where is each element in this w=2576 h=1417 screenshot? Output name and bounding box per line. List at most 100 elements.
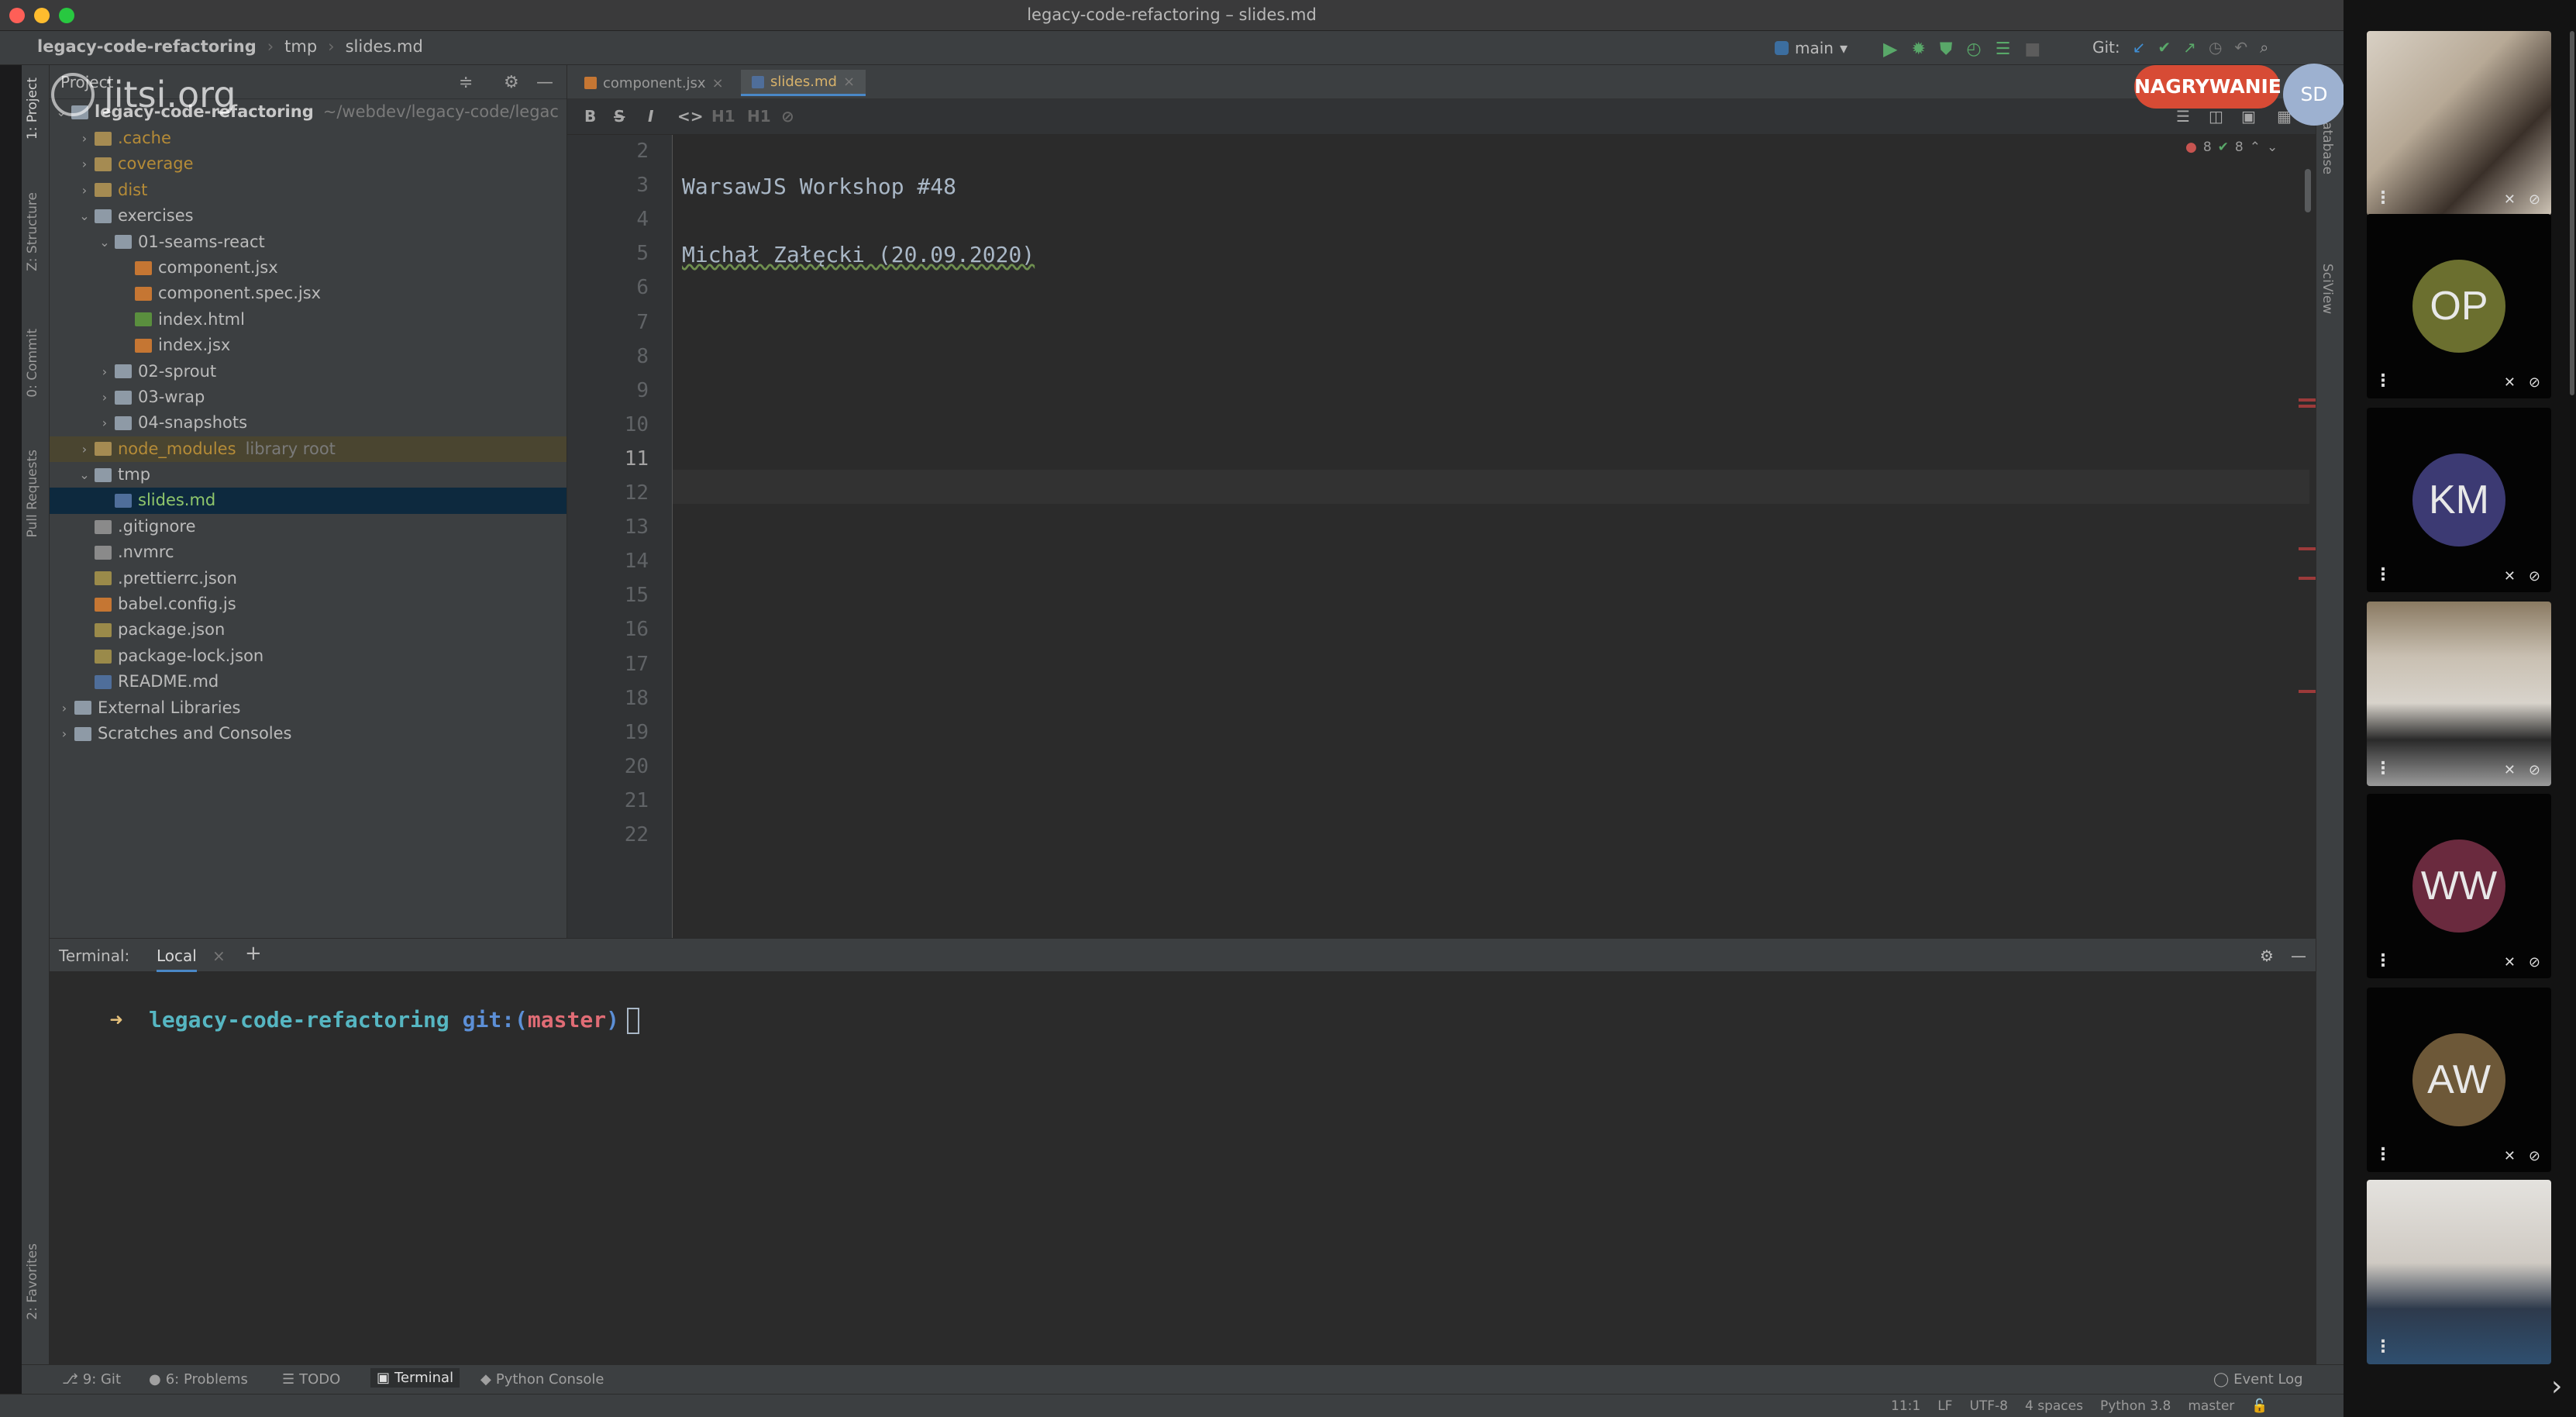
- tool-window-terminal[interactable]: ▣ Terminal: [370, 1368, 460, 1388]
- interpreter[interactable]: Python 3.8: [2100, 1398, 2171, 1414]
- tool-tab-structure[interactable]: Z: Structure: [25, 192, 40, 271]
- stop-icon[interactable]: ■: [2024, 40, 2040, 59]
- code-button[interactable]: <>: [677, 107, 704, 126]
- tree-item[interactable]: › 03-wrap: [50, 384, 567, 410]
- error-stripe-mark[interactable]: [2299, 547, 2316, 550]
- tree-item[interactable]: index.html: [50, 307, 567, 333]
- participant-tile[interactable]: ⋮ ✕ ⊘: [2367, 602, 2551, 786]
- participant-tile[interactable]: WW ⋮ ✕ ⊘: [2367, 794, 2551, 978]
- terminal-output[interactable]: ➜ legacy-code-refactoring git:(master): [50, 972, 2316, 1375]
- more-options-icon[interactable]: ⋮: [2375, 565, 2392, 584]
- tree-item[interactable]: ⌄ tmp: [50, 462, 567, 488]
- chevron-right-icon[interactable]: ›: [95, 359, 115, 384]
- more-options-icon[interactable]: ⋮: [2375, 759, 2392, 778]
- run-icon[interactable]: ▶: [1883, 38, 1897, 60]
- editor-scroll-thumb[interactable]: [2305, 169, 2311, 212]
- hide-panel-icon[interactable]: —: [536, 73, 553, 92]
- tool-tab-sciview[interactable]: SciView: [2319, 264, 2335, 314]
- line-separator[interactable]: LF: [1937, 1398, 1952, 1414]
- code-lines[interactable]: WarsawJS Workshop #48 Michał Załęcki (20.…: [673, 135, 2300, 938]
- tree-item[interactable]: babel.config.js: [50, 591, 567, 617]
- more-options-icon[interactable]: ⋮: [2375, 1145, 2392, 1164]
- tree-item[interactable]: package.json: [50, 617, 567, 643]
- more-options-icon[interactable]: ⋮: [2375, 1337, 2392, 1357]
- profile-icon[interactable]: ◴: [1966, 40, 1981, 59]
- participant-tile[interactable]: ⋮: [2367, 1180, 2551, 1364]
- collapse-all-icon[interactable]: ≑: [459, 73, 473, 92]
- hide-panel-icon[interactable]: —: [2291, 946, 2306, 965]
- bold-button[interactable]: B: [584, 107, 596, 126]
- chevron-right-icon[interactable]: ›: [74, 151, 95, 177]
- more-options-icon[interactable]: ⋮: [2375, 951, 2392, 971]
- debug-icon[interactable]: ✹: [1911, 40, 1925, 59]
- close-icon[interactable]: ×: [212, 946, 226, 965]
- tree-item[interactable]: README.md: [50, 669, 567, 695]
- error-stripe-mark[interactable]: [2299, 405, 2316, 408]
- chevron-right-icon[interactable]: ›: [74, 126, 95, 151]
- tree-item[interactable]: › node_modules library root: [50, 436, 567, 463]
- tree-item[interactable]: .nvmrc: [50, 540, 567, 565]
- gear-icon[interactable]: ⚙: [504, 73, 519, 92]
- chevron-down-icon[interactable]: ⌄: [95, 229, 115, 255]
- tree-item[interactable]: .gitignore: [50, 514, 567, 540]
- caret-position[interactable]: 11:1: [1891, 1398, 1920, 1414]
- filmstrip-scroll-thumb[interactable]: [2570, 31, 2574, 395]
- build-icon[interactable]: ☰: [1996, 40, 2011, 59]
- breadcrumb-file[interactable]: slides.md: [346, 37, 423, 56]
- tool-window-todo[interactable]: ☰ TODO: [282, 1371, 340, 1388]
- tree-item[interactable]: ⌄ 01-seams-react: [50, 229, 567, 255]
- tool-window-problems[interactable]: ● 6: Problems: [149, 1371, 248, 1388]
- tree-item[interactable]: › coverage: [50, 151, 567, 177]
- tab-slides-md[interactable]: slides.md ×: [741, 70, 866, 96]
- participant-tile[interactable]: ⋮ ✕ ⊘: [2367, 31, 2551, 215]
- close-icon[interactable]: ×: [712, 75, 724, 91]
- chevron-down-icon[interactable]: ⌄: [74, 462, 95, 488]
- lock-icon[interactable]: 🔓: [2251, 1398, 2268, 1414]
- git-push-icon[interactable]: ↗: [2183, 38, 2196, 57]
- header-decrease-button[interactable]: H1: [747, 107, 771, 126]
- tree-item[interactable]: slides.md: [50, 488, 567, 514]
- tree-item[interactable]: › Scratches and Consoles: [50, 721, 567, 746]
- tool-tab-pull-requests[interactable]: Pull Requests: [25, 450, 40, 538]
- git-update-icon[interactable]: ↙: [2133, 38, 2146, 57]
- coverage-icon[interactable]: ⛊: [1940, 40, 1953, 59]
- indent-setting[interactable]: 4 spaces: [2025, 1398, 2083, 1414]
- tree-item[interactable]: › .cache: [50, 126, 567, 151]
- strikethrough-button[interactable]: S: [614, 107, 625, 126]
- more-options-icon[interactable]: ⋮: [2375, 188, 2392, 208]
- header-increase-button[interactable]: H1: [711, 107, 735, 126]
- git-branch[interactable]: master: [2188, 1398, 2234, 1414]
- italic-button[interactable]: I: [648, 107, 653, 126]
- chevron-right-icon[interactable]: ›: [74, 436, 95, 462]
- tree-item[interactable]: › 04-snapshots: [50, 410, 567, 436]
- chevron-right-icon[interactable]: ›: [54, 695, 74, 721]
- code-line[interactable]: Michał Załęcki (20.09.2020): [682, 242, 1035, 267]
- more-options-icon[interactable]: ⋮: [2375, 371, 2392, 391]
- tree-item[interactable]: › 02-sprout: [50, 359, 567, 384]
- participant-tile[interactable]: AW ⋮ ✕ ⊘: [2367, 988, 2551, 1172]
- editor-only-icon[interactable]: ☰: [2176, 107, 2190, 126]
- tree-item[interactable]: package-lock.json: [50, 643, 567, 669]
- tree-item[interactable]: › External Libraries: [50, 695, 567, 721]
- terminal-tab-local[interactable]: Local: [157, 946, 197, 972]
- chevron-down-icon[interactable]: ⌄: [74, 203, 95, 229]
- tree-item[interactable]: › dist: [50, 178, 567, 203]
- tree-item[interactable]: .prettierrc.json: [50, 566, 567, 591]
- tree-item[interactable]: component.jsx: [50, 255, 567, 281]
- code-line[interactable]: WarsawJS Workshop #48: [682, 174, 956, 199]
- error-stripe-mark[interactable]: [2299, 398, 2316, 402]
- chevron-right-icon[interactable]: ›: [2551, 1370, 2562, 1402]
- chevron-right-icon[interactable]: ›: [54, 721, 74, 746]
- error-stripe-mark[interactable]: [2299, 690, 2316, 693]
- editor-scrollbar[interactable]: [2309, 135, 2316, 938]
- link-icon[interactable]: ⊘: [781, 107, 794, 126]
- tool-window-python-console[interactable]: ◆ Python Console: [480, 1371, 604, 1388]
- inspection-widget[interactable]: ● 8 ✔ 8 ⌃ ⌄: [2185, 140, 2278, 155]
- tool-window-git[interactable]: ⎇ 9: Git: [62, 1371, 121, 1388]
- file-encoding[interactable]: UTF-8: [1969, 1398, 2008, 1414]
- tab-component-jsx[interactable]: component.jsx ×: [573, 70, 735, 96]
- error-stripe-mark[interactable]: [2299, 577, 2316, 580]
- gear-icon[interactable]: ⚙: [2260, 946, 2274, 965]
- event-log-button[interactable]: ◯ Event Log: [2213, 1371, 2303, 1388]
- self-avatar[interactable]: SD: [2283, 64, 2345, 126]
